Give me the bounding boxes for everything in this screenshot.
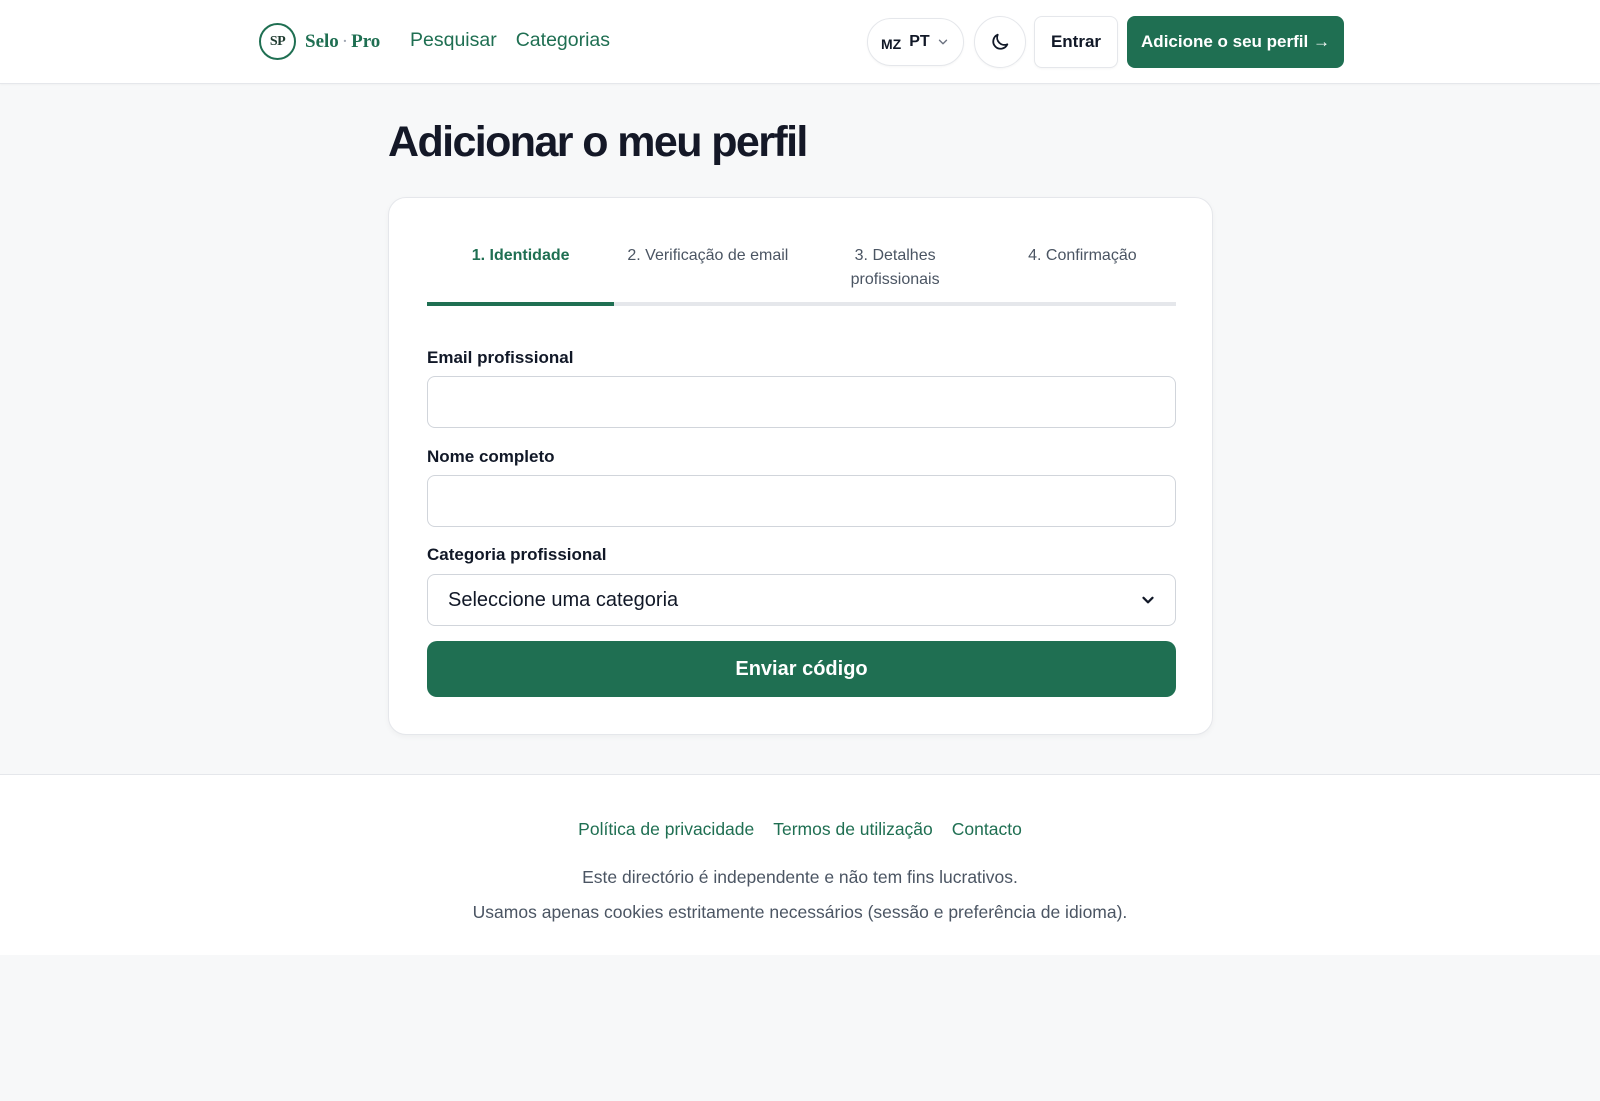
category-select[interactable]: Seleccione uma categoria: [427, 574, 1176, 626]
country-code: MZ: [881, 35, 902, 52]
category-label: Categoria profissional: [427, 545, 607, 564]
language-code: PT: [909, 33, 930, 50]
login-button[interactable]: Entrar: [1034, 16, 1118, 68]
signup-card: 1. Identidade 2. Verificação de email 3.…: [388, 197, 1213, 735]
chevron-down-icon: [1142, 596, 1154, 604]
stepper: 1. Identidade 2. Verificação de email 3.…: [427, 244, 1176, 306]
logo-text: Selo · Pro: [305, 31, 380, 53]
footer-note-cookies: Usamos apenas cookies estritamente neces…: [472, 902, 1128, 922]
privacy-policy-link[interactable]: Política de privacidade: [578, 819, 754, 840]
logo-mark: SP: [259, 23, 296, 60]
contact-link[interactable]: Contacto: [952, 819, 1022, 840]
footer: Política de privacidade Termos de utiliz…: [0, 774, 1600, 955]
terms-of-use-link[interactable]: Termos de utilização: [773, 819, 933, 840]
moon-icon: [992, 33, 1009, 50]
step-email-verification[interactable]: 2. Verificação de email: [614, 244, 801, 302]
category-selected-value: Seleccione uma categoria: [448, 588, 679, 611]
site-logo[interactable]: SP Selo · Pro: [259, 23, 380, 60]
send-code-button[interactable]: Enviar código: [427, 641, 1176, 697]
step-identity[interactable]: 1. Identidade: [427, 244, 615, 306]
logo-separator: ·: [341, 30, 349, 52]
add-profile-button[interactable]: Adicione o seu perfil →: [1127, 16, 1344, 68]
language-selector[interactable]: MZ PT: [867, 18, 964, 66]
step-confirmation[interactable]: 4. Confirmação: [989, 244, 1176, 302]
footer-note-independent: Este directório é independente e não tem…: [582, 867, 1018, 887]
email-field[interactable]: [427, 376, 1176, 428]
logo-name-a: Selo: [305, 30, 339, 52]
email-label: Email profissional: [427, 348, 574, 367]
theme-toggle-button[interactable]: [974, 16, 1026, 68]
full-name-label: Nome completo: [427, 447, 555, 466]
nav-categories-link[interactable]: Categorias: [516, 29, 610, 52]
page-title: Adicionar o meu perfil: [388, 118, 808, 166]
main-nav: Pesquisar Categorias: [410, 29, 610, 52]
footer-links: Política de privacidade Termos de utiliz…: [0, 819, 1600, 840]
nav-search-link[interactable]: Pesquisar: [410, 29, 497, 52]
top-header: SP Selo · Pro Pesquisar Categorias MZ PT E…: [0, 0, 1600, 84]
full-name-field[interactable]: [427, 475, 1176, 527]
chevron-down-icon: [938, 39, 947, 45]
step-professional-details[interactable]: 3. Detalhes profissionais: [802, 244, 989, 302]
logo-name-b: Pro: [351, 30, 381, 52]
